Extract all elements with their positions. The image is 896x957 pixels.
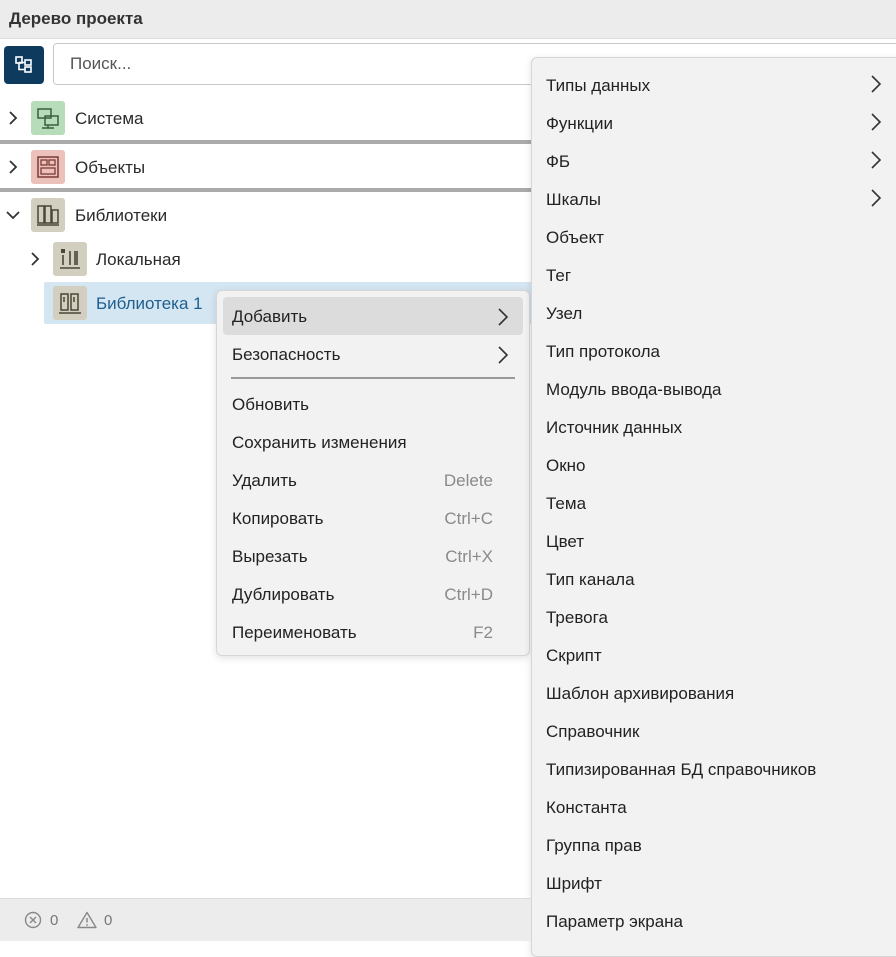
menu-item-security[interactable]: Безопасность: [223, 335, 523, 373]
warning-count: 0: [104, 912, 113, 929]
submenu-item-typed-reference-db[interactable]: Типизированная БД справочников: [532, 747, 896, 785]
submenu-item-channel-type[interactable]: Тип канала: [532, 557, 896, 595]
shortcut-duplicate: Ctrl+D: [444, 585, 493, 604]
tree-label-local: Локальная: [96, 250, 181, 269]
menu-item-cut[interactable]: Вырезать Ctrl+X: [223, 537, 523, 575]
submenu-item-data-source[interactable]: Источник данных: [532, 405, 896, 443]
tree-divider: [0, 140, 560, 144]
library-icon: [53, 286, 87, 320]
tree-label-objects: Объекты: [75, 158, 146, 177]
tree-item-objects[interactable]: Объекты: [0, 147, 560, 187]
objects-icon: [31, 150, 65, 184]
submenu-item-fb[interactable]: ФБ: [532, 139, 896, 177]
chevron-right-icon: [871, 113, 882, 131]
chevron-right-icon[interactable]: [27, 251, 43, 267]
menu-item-rename[interactable]: Переименовать F2: [223, 613, 523, 651]
shortcut-rename: F2: [473, 623, 493, 642]
tree-view-button[interactable]: [4, 46, 44, 84]
submenu-item-font[interactable]: Шрифт: [532, 861, 896, 899]
warning-icon[interactable]: [77, 911, 97, 929]
submenu-item-color[interactable]: Цвет: [532, 519, 896, 557]
submenu-item-scales[interactable]: Шкалы: [532, 177, 896, 215]
submenu-item-screen-parameter[interactable]: Параметр экрана: [532, 899, 896, 937]
error-icon[interactable]: [24, 911, 42, 929]
system-icon: [31, 101, 65, 135]
chevron-right-icon: [871, 151, 882, 169]
chevron-right-icon[interactable]: [5, 159, 21, 175]
tree-structure-icon: [15, 56, 32, 73]
menu-item-delete[interactable]: Удалить Delete: [223, 461, 523, 499]
chevron-right-icon: [871, 189, 882, 207]
submenu-item-script[interactable]: Скрипт: [532, 633, 896, 671]
tree-divider: [0, 188, 560, 192]
library-local-icon: [53, 242, 87, 276]
submenu-item-reference[interactable]: Справочник: [532, 709, 896, 747]
menu-item-refresh[interactable]: Обновить: [223, 385, 523, 423]
tree-label-libraries: Библиотеки: [75, 206, 168, 225]
chevron-right-icon[interactable]: [5, 110, 21, 126]
chevron-right-icon: [871, 75, 882, 93]
submenu-item-protocol-type[interactable]: Тип протокола: [532, 329, 896, 367]
menu-item-save-changes[interactable]: Сохранить изменения: [223, 423, 523, 461]
menu-item-add[interactable]: Добавить: [223, 297, 523, 335]
add-submenu: Типы данных Функции ФБ Шкалы Объект Тег …: [531, 57, 896, 957]
panel-header: Дерево проекта: [0, 0, 896, 39]
submenu-item-permission-group[interactable]: Группа прав: [532, 823, 896, 861]
shortcut-delete: Delete: [443, 471, 493, 490]
submenu-item-io-module[interactable]: Модуль ввода-вывода: [532, 367, 896, 405]
error-count: 0: [50, 912, 59, 929]
status-bar: 0 0: [0, 898, 531, 941]
menu-item-duplicate[interactable]: Дублировать Ctrl+D: [223, 575, 523, 613]
tree-item-libraries[interactable]: Библиотеки: [0, 195, 560, 235]
libraries-icon: [31, 198, 65, 232]
submenu-item-archive-template[interactable]: Шаблон архивирования: [532, 671, 896, 709]
chevron-right-icon: [498, 308, 509, 326]
chevron-right-icon: [498, 346, 509, 364]
tree-item-local[interactable]: Локальная: [0, 239, 560, 279]
shortcut-copy: Ctrl+C: [444, 509, 493, 528]
shortcut-cut: Ctrl+X: [445, 547, 493, 566]
submenu-item-tag[interactable]: Тег: [532, 253, 896, 291]
submenu-item-node[interactable]: Узел: [532, 291, 896, 329]
submenu-item-alarm[interactable]: Тревога: [532, 595, 896, 633]
tree-item-system[interactable]: Система: [0, 98, 560, 138]
menu-separator: [231, 377, 515, 379]
submenu-item-window[interactable]: Окно: [532, 443, 896, 481]
tree-label-system: Система: [75, 109, 144, 128]
submenu-item-data-types[interactable]: Типы данных: [532, 63, 896, 101]
context-menu: Добавить Безопасность Обновить Сохранить…: [216, 290, 530, 656]
submenu-item-theme[interactable]: Тема: [532, 481, 896, 519]
tree-label-library1: Библиотека 1: [96, 294, 203, 313]
menu-item-copy[interactable]: Копировать Ctrl+C: [223, 499, 523, 537]
submenu-item-functions[interactable]: Функции: [532, 101, 896, 139]
chevron-down-icon[interactable]: [5, 207, 21, 223]
submenu-item-constant[interactable]: Константа: [532, 785, 896, 823]
panel-title: Дерево проекта: [9, 9, 143, 28]
submenu-item-object[interactable]: Объект: [532, 215, 896, 253]
